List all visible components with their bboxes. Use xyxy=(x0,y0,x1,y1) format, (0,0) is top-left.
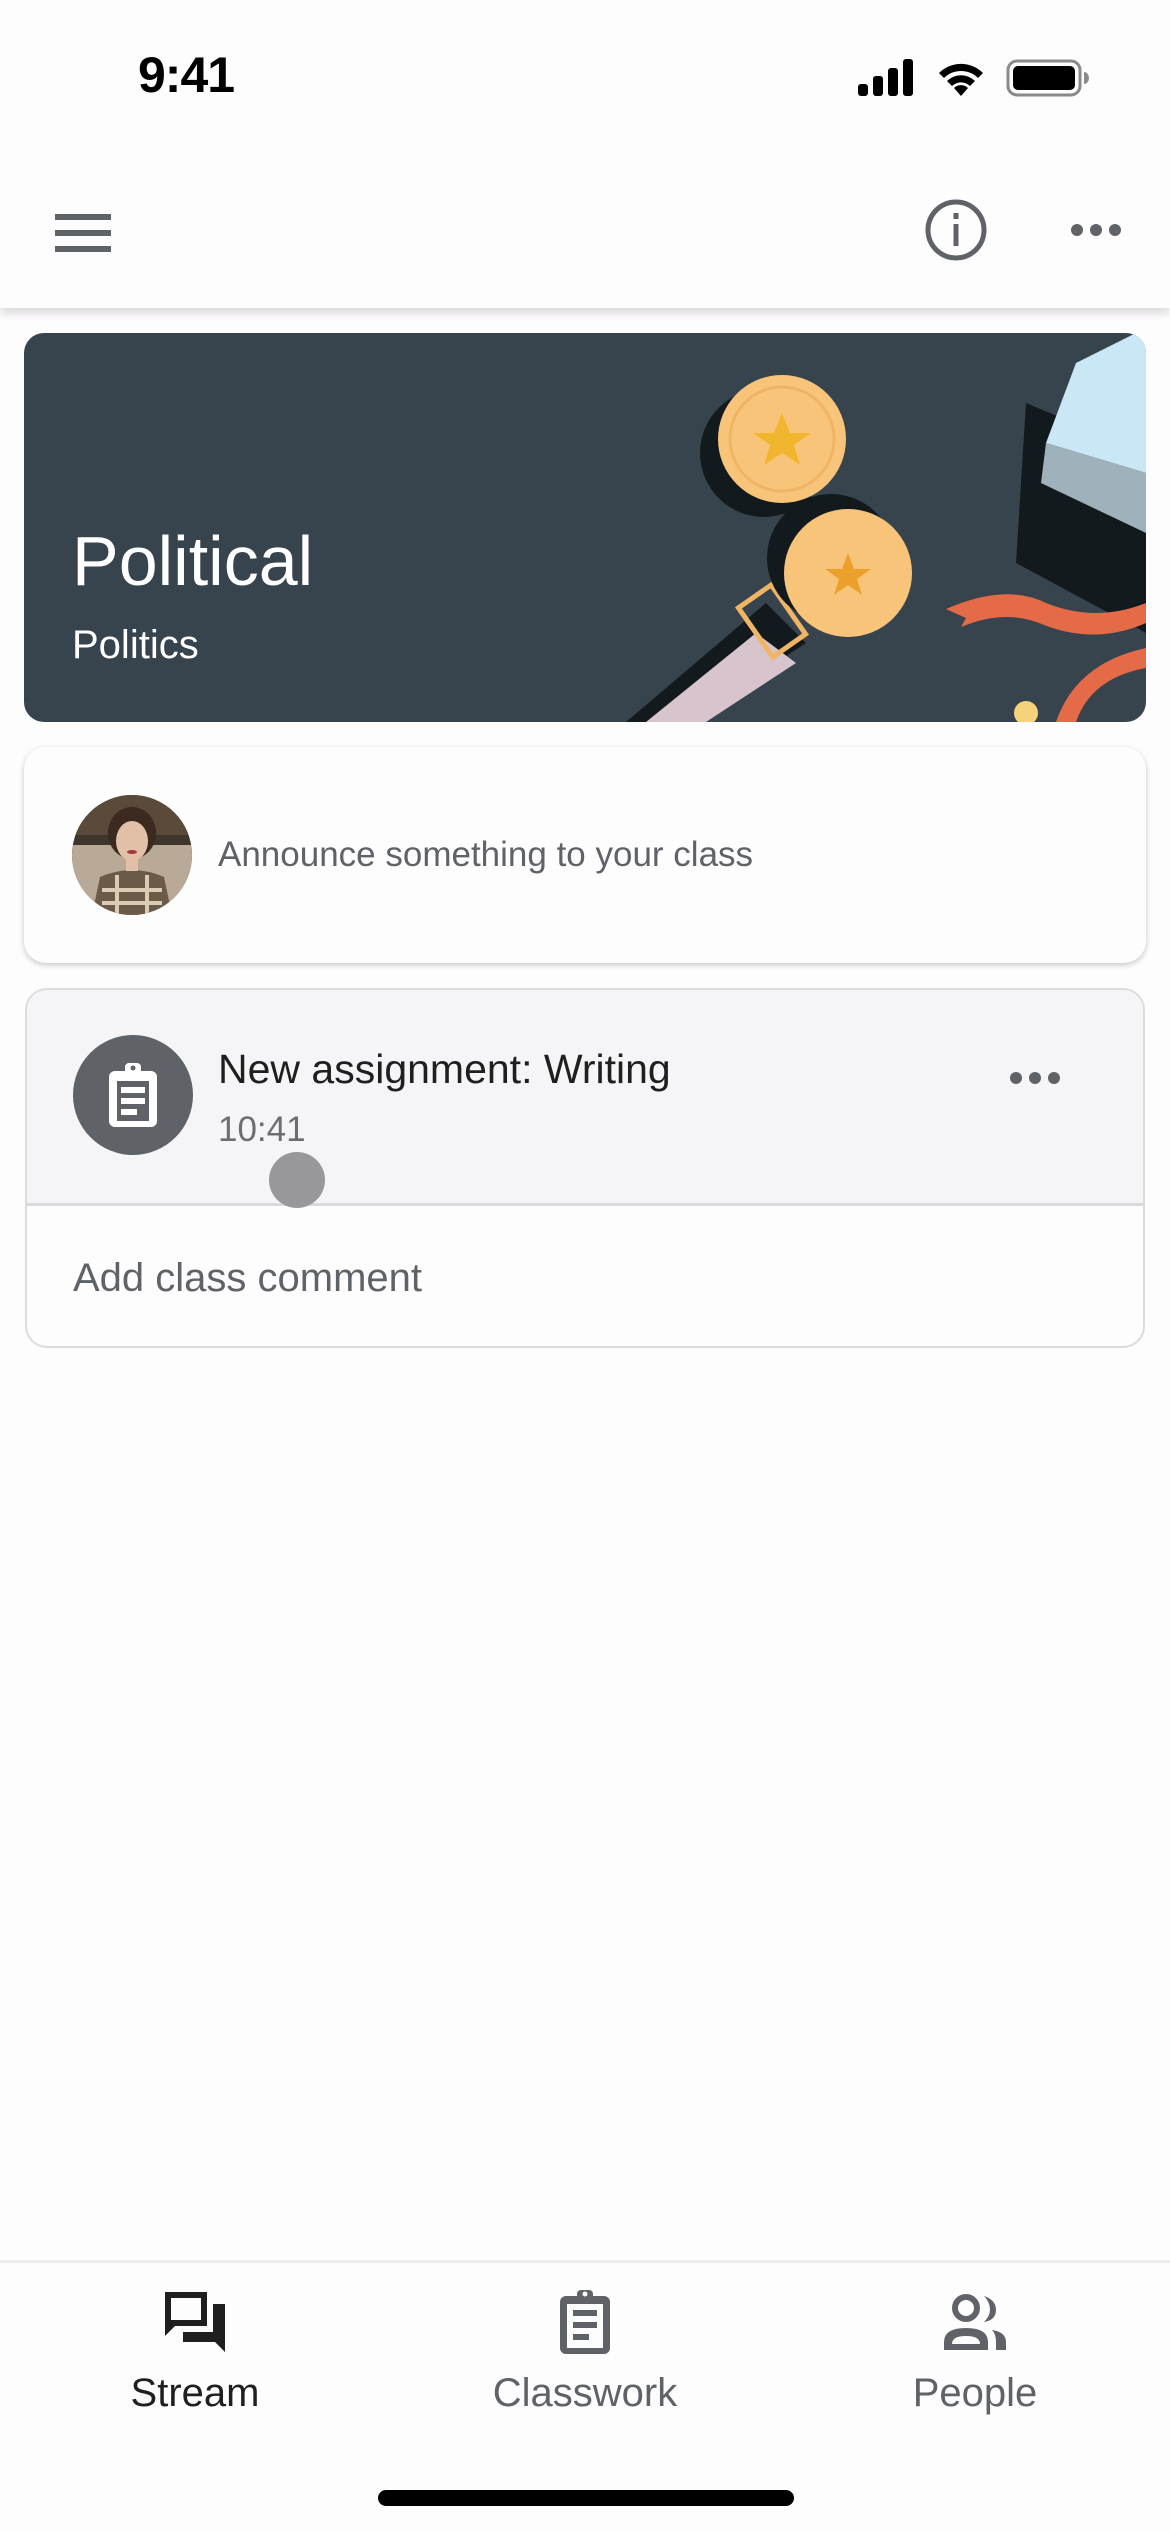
user-avatar xyxy=(72,795,192,915)
touch-indicator xyxy=(269,1152,325,1208)
post-more-button[interactable] xyxy=(992,1048,1078,1108)
tab-people[interactable]: People xyxy=(825,2287,1125,2437)
tab-stream-label: Stream xyxy=(130,2371,260,2415)
announce-card[interactable]: Announce something to your class xyxy=(24,747,1146,963)
tab-classwork-label: Classwork xyxy=(492,2371,678,2415)
post-card[interactable]: New assignment: Writing 10:41 Add class … xyxy=(25,988,1145,1348)
more-horizontal-icon xyxy=(1010,1072,1060,1084)
wifi-icon xyxy=(939,63,983,96)
avatar-image xyxy=(72,795,192,915)
status-bar: 9:41 xyxy=(0,0,1170,150)
class-banner[interactable]: Political Politics xyxy=(24,333,1146,722)
banner-illustration xyxy=(626,333,1146,722)
class-info-button[interactable] xyxy=(920,194,992,266)
assignment-clipboard-icon xyxy=(109,1063,157,1127)
battery-icon xyxy=(1006,59,1089,97)
tab-stream[interactable]: Stream xyxy=(45,2287,345,2437)
add-class-comment[interactable]: Add class comment xyxy=(27,1209,1143,1346)
cellular-signal-icon xyxy=(858,59,913,96)
post-title: New assignment: Writing xyxy=(218,1046,671,1092)
stream-chat-icon xyxy=(165,2292,225,2352)
more-horizontal-icon xyxy=(1071,224,1121,236)
hamburger-menu-icon xyxy=(55,214,111,252)
app-bar xyxy=(0,150,1170,308)
announce-input[interactable]: Announce something to your class xyxy=(218,835,753,875)
assignment-icon-badge xyxy=(73,1035,193,1155)
add-class-comment-label: Add class comment xyxy=(73,1256,423,1300)
people-icon xyxy=(944,2294,1006,2350)
status-icons xyxy=(856,58,1090,98)
more-options-button[interactable] xyxy=(1060,194,1132,266)
status-time: 9:41 xyxy=(138,47,235,103)
menu-button[interactable] xyxy=(50,200,116,266)
tab-classwork[interactable]: Classwork xyxy=(435,2287,735,2437)
post-header[interactable]: New assignment: Writing 10:41 xyxy=(27,990,1143,1208)
classwork-clipboard-icon xyxy=(560,2290,610,2354)
info-circle-icon xyxy=(925,199,987,261)
home-indicator[interactable] xyxy=(378,2490,794,2506)
tab-people-label: People xyxy=(912,2371,1038,2415)
post-timestamp: 10:41 xyxy=(218,1110,306,1149)
class-section: Politics xyxy=(72,623,199,667)
decor-dot xyxy=(1014,701,1038,722)
class-title: Political xyxy=(72,522,314,600)
